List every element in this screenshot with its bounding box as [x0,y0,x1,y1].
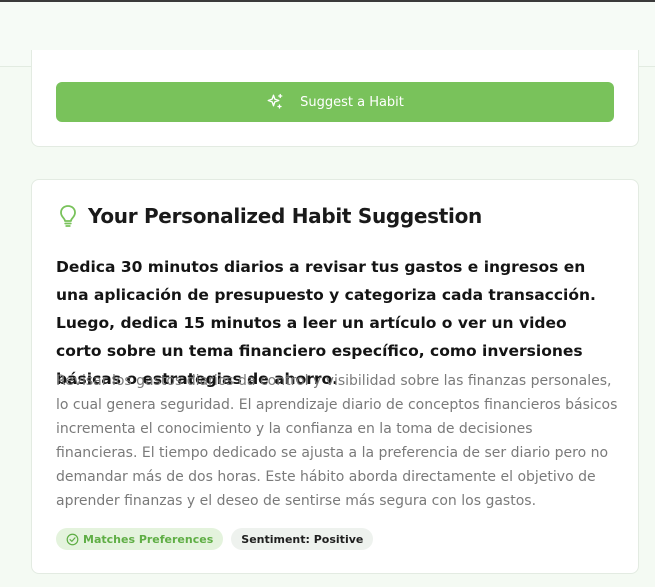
check-circle-icon [66,533,79,546]
matches-preferences-label: Matches Preferences [83,532,214,546]
sentiment-label: Sentiment: Positive [241,532,364,546]
suggestion-title: Your Personalized Habit Suggestion [88,204,482,228]
habit-suggestion-card: Your Personalized Habit Suggestion Dedic… [31,179,639,574]
suggestion-heading: Your Personalized Habit Suggestion [58,204,482,228]
suggestion-badges: Matches Preferences Sentiment: Positive [56,528,374,550]
suggest-habit-button[interactable]: Suggest a Habit [56,82,614,122]
sparkles-icon [266,93,284,111]
habit-form-card: Suggest a Habit [31,50,639,147]
matches-preferences-badge: Matches Preferences [56,528,224,550]
sentiment-badge: Sentiment: Positive [231,528,374,550]
lightbulb-icon [58,204,78,228]
habit-explanation-text: Revisar los gastos diarios da control y … [56,373,618,509]
suggest-habit-label: Suggest a Habit [300,94,404,110]
